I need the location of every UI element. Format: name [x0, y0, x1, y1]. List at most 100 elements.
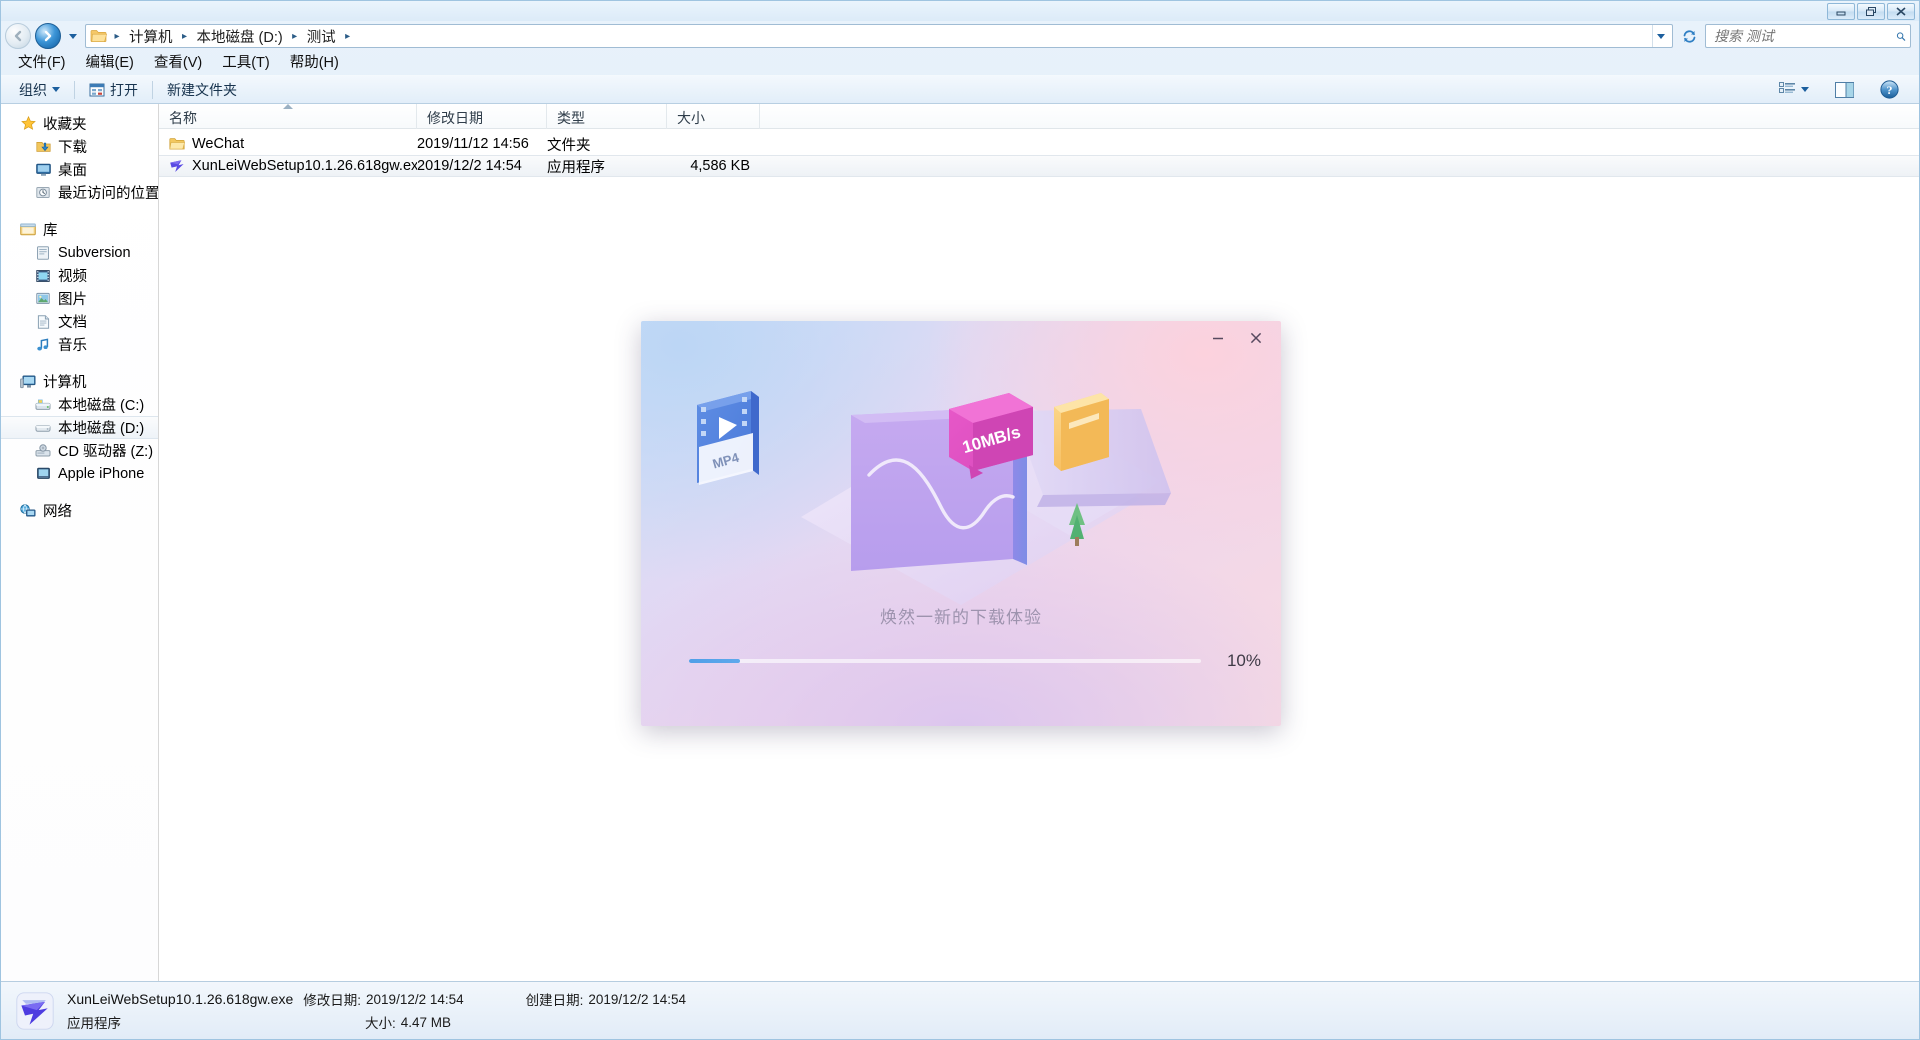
menu-tools[interactable]: 工具(T) [213, 52, 279, 74]
sidebar-item-favorites[interactable]: 收藏夹 [1, 112, 158, 135]
column-header-name[interactable]: 名称 [159, 104, 417, 129]
change-view-button[interactable] [1771, 79, 1817, 100]
breadcrumb-separator[interactable] [341, 31, 355, 42]
sidebar-label: 视频 [58, 269, 87, 285]
breadcrumb-separator[interactable] [178, 31, 192, 42]
sidebar-item-network[interactable]: 网络 [1, 499, 158, 522]
portable-device-icon [34, 465, 52, 482]
column-label: 类型 [557, 110, 585, 126]
breadcrumb-bar[interactable]: 计算机 本地磁盘 (D:) 测试 [85, 24, 1673, 48]
column-label: 修改日期 [427, 110, 483, 126]
help-icon: ? [1880, 80, 1899, 99]
sidebar-item-drive-c[interactable]: 本地磁盘 (C:) [1, 393, 158, 416]
pictures-icon [34, 290, 52, 307]
sidebar-label: 本地磁盘 (D:) [58, 421, 145, 437]
new-folder-button[interactable]: 新建文件夹 [159, 77, 245, 103]
details-info: XunLeiWebSetup10.1.26.618gw.exe 修改日期: 20… [67, 989, 686, 1032]
chevron-down-icon [1656, 33, 1665, 39]
forward-arrow-icon [44, 30, 52, 42]
column-header-size[interactable]: 大小 [667, 104, 760, 129]
sidebar-item-cd-drive[interactable]: CD 驱动器 (Z:) [1, 439, 158, 462]
menu-view[interactable]: 查看(V) [145, 52, 211, 74]
breadcrumb-separator[interactable] [288, 31, 302, 42]
breadcrumb-separator[interactable] [110, 31, 124, 42]
xunlei-installer-dialog[interactable]: MP4 10MB/s 焕然一新的下载体验 10% [641, 321, 1281, 726]
open-label: 打开 [110, 81, 138, 98]
sidebar-item-subversion[interactable]: Subversion [1, 241, 158, 264]
details-type-value: 应用程序 [67, 1016, 121, 1031]
sidebar-item-videos[interactable]: 视频 [1, 264, 158, 287]
sidebar-item-desktop[interactable]: 桌面 [1, 158, 158, 181]
window-titlebar [1, 1, 1919, 21]
search-box[interactable] [1705, 24, 1911, 48]
details-modified-value: 2019/12/2 14:54 [366, 991, 464, 1007]
xunlei-progress-row: 10% [689, 651, 1261, 671]
chevron-down-icon [52, 87, 60, 92]
address-history-button[interactable] [1652, 25, 1668, 47]
file-list: WeChat 2019/11/12 14:56 文件夹 XunLeiWebSet… [159, 129, 1919, 177]
back-button[interactable] [5, 23, 31, 49]
sidebar-label: CD 驱动器 (Z:) [58, 444, 154, 460]
sidebar-item-apple-iphone[interactable]: Apple iPhone [1, 462, 158, 485]
sidebar-item-music[interactable]: 音乐 [1, 333, 158, 356]
progress-percent-label: 10% [1226, 651, 1261, 670]
table-row[interactable]: WeChat 2019/11/12 14:56 文件夹 [159, 133, 1919, 155]
column-label: 名称 [169, 110, 197, 126]
file-name-cell: XunLeiWebSetup10.1.26.618gw.exe [169, 158, 417, 174]
help-button[interactable]: ? [1872, 77, 1907, 102]
toolbar-separator [74, 80, 75, 99]
video-icon [34, 267, 52, 284]
breadcrumb-item-drive[interactable]: 本地磁盘 (D:) [192, 24, 288, 49]
close-icon [1250, 332, 1262, 344]
sidebar-item-libraries[interactable]: 库 [1, 218, 158, 241]
file-type: 应用程序 [547, 159, 605, 176]
sidebar-label: 下载 [58, 140, 87, 156]
sidebar-item-downloads[interactable]: 下载 [1, 135, 158, 158]
sidebar-label: Apple iPhone [58, 465, 145, 482]
column-label: 大小 [677, 110, 705, 126]
menu-edit[interactable]: 编辑(E) [77, 52, 143, 74]
close-button[interactable] [1887, 3, 1915, 20]
refresh-button[interactable] [1677, 24, 1701, 48]
sidebar-item-drive-d[interactable]: 本地磁盘 (D:) [1, 416, 158, 439]
column-header-type[interactable]: 类型 [547, 104, 667, 129]
show-preview-pane-button[interactable] [1827, 79, 1862, 101]
xunlei-close-button[interactable] [1245, 327, 1267, 349]
table-row[interactable]: XunLeiWebSetup10.1.26.618gw.exe 2019/12/… [159, 155, 1919, 177]
file-name-cell: WeChat [169, 136, 417, 152]
maximize-restore-button[interactable] [1857, 3, 1885, 20]
menu-help[interactable]: 帮助(H) [281, 52, 348, 74]
search-input[interactable] [1714, 28, 1896, 44]
sidebar-label: 桌面 [58, 163, 87, 179]
breadcrumb-item-computer[interactable]: 计算机 [124, 24, 178, 49]
address-bar: 计算机 本地磁盘 (D:) 测试 [1, 21, 1919, 51]
breadcrumb-item-folder[interactable]: 测试 [302, 24, 341, 49]
downloads-icon [34, 138, 52, 155]
mp4-card: MP4 [697, 391, 759, 485]
organize-label: 组织 [19, 81, 47, 98]
documents-icon [34, 313, 52, 330]
sidebar-item-recent-places[interactable]: 最近访问的位置 [1, 181, 158, 204]
desktop-icon [34, 161, 52, 178]
sidebar-label: 音乐 [58, 338, 87, 354]
folder-3d [1054, 393, 1109, 471]
sidebar-item-documents[interactable]: 文档 [1, 310, 158, 333]
cd-drive-icon [34, 442, 52, 459]
menu-file[interactable]: 文件(F) [9, 52, 75, 74]
progress-bar-fill [689, 659, 741, 663]
sidebar-item-pictures[interactable]: 图片 [1, 287, 158, 310]
column-header-modified[interactable]: 修改日期 [417, 104, 547, 129]
file-name: WeChat [192, 136, 245, 152]
toolbar-right-group: ? [1771, 77, 1913, 102]
organize-button[interactable]: 组织 [11, 77, 68, 103]
recent-locations-button[interactable] [65, 23, 81, 49]
close-icon [1896, 7, 1906, 16]
forward-button[interactable] [35, 23, 61, 49]
open-button[interactable]: 打开 [81, 77, 146, 103]
sidebar-item-computer[interactable]: 计算机 [1, 370, 158, 393]
details-created-value: 2019/12/2 14:54 [588, 991, 686, 1007]
minimize-button[interactable] [1827, 3, 1855, 20]
xunlei-minimize-button[interactable] [1207, 327, 1229, 349]
folder-icon [90, 30, 107, 42]
breadcrumb: 计算机 本地磁盘 (D:) 测试 [110, 24, 1652, 49]
